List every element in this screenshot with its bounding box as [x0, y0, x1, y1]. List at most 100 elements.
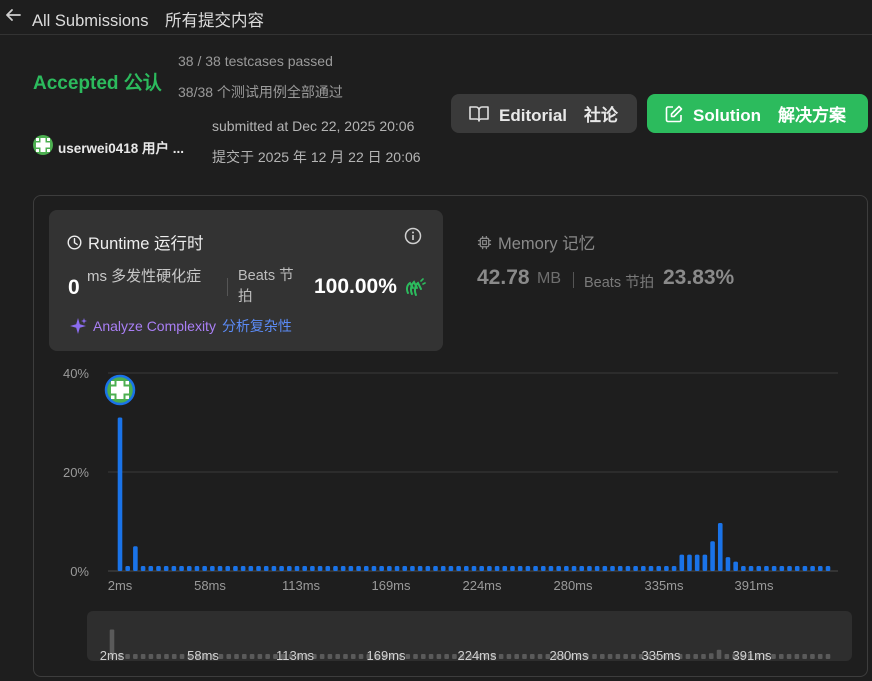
your-submission-marker[interactable] [104, 374, 136, 406]
minimap-bar [257, 654, 263, 659]
chart-bar [202, 566, 207, 571]
minimap-bar [607, 654, 613, 659]
minimap-bar [405, 654, 411, 659]
chart-bar [694, 554, 700, 571]
chart-bar [225, 566, 231, 571]
chart-bar [425, 566, 431, 571]
chart-bar [625, 566, 631, 571]
minimap-bar [358, 654, 364, 659]
minimap-bar [771, 654, 776, 659]
minimap-bar [825, 654, 831, 659]
chart-bar [656, 566, 661, 571]
chart-bar [579, 566, 585, 571]
chart-bar [440, 566, 446, 571]
chart-bar [217, 566, 223, 571]
minimap-bar [148, 654, 154, 659]
minimap-bar [522, 654, 527, 659]
chart-bar [294, 566, 300, 571]
minimap-bar [592, 654, 597, 659]
minimap-bar [265, 654, 270, 659]
chart-bar [571, 566, 577, 571]
chart-bar [302, 566, 307, 571]
chart-bar [679, 554, 685, 571]
x-tick-label: 224ms [462, 578, 502, 593]
minimap-bar [249, 654, 255, 659]
chart-bar [379, 566, 384, 571]
x-tick-label: 391ms [734, 578, 774, 593]
chart-bar [641, 566, 646, 571]
chart-bar [779, 566, 785, 571]
chart-bar [179, 566, 184, 571]
chart-bar [517, 566, 523, 571]
minimap-bar [802, 654, 807, 659]
minimap-bar [413, 654, 418, 659]
minimap-tick-label: 391ms [732, 648, 772, 663]
minimap-bar [319, 654, 325, 659]
chart-bar [156, 566, 161, 571]
chart-bar [256, 566, 261, 571]
chart-bar [333, 566, 338, 571]
chart-bar [348, 566, 354, 571]
y-tick-label: 40% [63, 366, 89, 381]
minimap-tick-label: 335ms [641, 648, 681, 663]
chart-bar [687, 554, 692, 571]
minimap-tick-label: 113ms [276, 648, 315, 663]
x-tick-label: 58ms [194, 578, 226, 593]
chart-bar [287, 566, 292, 571]
chart-bar [533, 566, 538, 571]
chart-bar [810, 566, 815, 571]
chart-bar [410, 566, 415, 571]
chart-bar [756, 566, 762, 571]
chart-bar [587, 566, 592, 571]
minimap-bar [810, 654, 815, 659]
minimap-bar [350, 654, 356, 659]
minimap-bar [708, 653, 714, 659]
minimap-tick-label: 2ms [100, 648, 125, 663]
chart-bar [525, 566, 531, 571]
chart-bar [133, 546, 138, 571]
chart-bar [802, 566, 808, 571]
minimap-bar [716, 649, 722, 659]
minimap-bar [529, 654, 535, 659]
chart-bar [456, 566, 461, 571]
minimap-bar [506, 654, 512, 659]
x-tick-label: 169ms [371, 578, 411, 593]
chart-bar [787, 566, 792, 571]
chart-bar [263, 566, 269, 571]
chart-bar [402, 566, 408, 571]
minimap-bar [452, 654, 457, 659]
chart-bar [717, 522, 723, 571]
chart-bar [356, 566, 361, 571]
minimap-bar [226, 654, 232, 659]
chart-bar [548, 566, 554, 571]
chart-bar [540, 566, 546, 571]
minimap-bar [156, 654, 161, 659]
chart-bar [464, 566, 469, 571]
chart-bar [171, 566, 177, 571]
chart-bar [186, 566, 192, 571]
chart-bar [825, 566, 831, 571]
minimap-bar [514, 654, 519, 659]
minimap-bar [537, 654, 543, 659]
chart-bar [794, 566, 800, 571]
chart-bar [664, 566, 669, 571]
chart-bar [741, 566, 746, 571]
minimap-bar [498, 654, 504, 659]
chart-bar [163, 566, 169, 571]
x-tick-label: 280ms [553, 578, 593, 593]
chart-bar [748, 566, 754, 571]
chart-bar [818, 566, 823, 571]
minimap-bar [685, 654, 691, 659]
minimap-tick-label: 58ms [187, 648, 219, 663]
minimap-bar [600, 654, 605, 659]
minimap-bar [335, 654, 340, 659]
minimap-bar [343, 654, 348, 659]
chart-bar [340, 566, 346, 571]
minimap-bar [701, 654, 706, 659]
chart-bar [725, 557, 731, 571]
chart-bar [617, 566, 623, 571]
chart-bar [564, 566, 569, 571]
minimap-tick-label: 169ms [366, 648, 406, 663]
chart-bar [471, 566, 477, 571]
minimap-bar [817, 654, 823, 659]
